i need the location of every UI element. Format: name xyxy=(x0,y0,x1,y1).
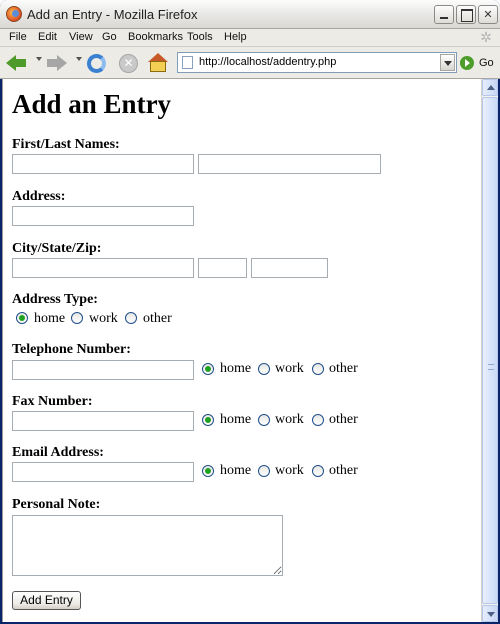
title-bar: Add an Entry - Mozilla Firefox ✕ xyxy=(0,0,500,29)
first-name-input[interactable] xyxy=(12,154,194,174)
menu-view[interactable]: View xyxy=(69,31,93,43)
fax-work-radio[interactable] xyxy=(258,414,270,426)
address-bar[interactable]: http://localhost/addentry.php xyxy=(177,52,457,73)
fax-label: Fax Number: xyxy=(12,394,93,409)
url-text[interactable]: http://localhost/addentry.php xyxy=(199,56,336,68)
reload-button[interactable] xyxy=(86,51,108,75)
fax-home-label: home xyxy=(220,412,252,427)
maximize-button[interactable] xyxy=(456,5,476,24)
fax-home-radio[interactable] xyxy=(202,414,214,426)
address-type-home-radio[interactable] xyxy=(16,312,28,324)
vertical-scrollbar[interactable] xyxy=(481,79,498,622)
page-title: Add an Entry xyxy=(12,89,172,119)
menu-edit[interactable]: Edit xyxy=(38,31,57,43)
city-input[interactable] xyxy=(12,258,194,278)
last-name-input[interactable] xyxy=(198,154,381,174)
throbber-icon: ✲ xyxy=(480,30,492,46)
telephone-other-label: other xyxy=(329,361,358,376)
firefox-icon xyxy=(6,6,22,22)
back-arrow-icon xyxy=(6,54,26,72)
menu-tools[interactable]: Tools xyxy=(187,31,213,43)
scroll-grip-icon xyxy=(488,364,494,370)
browser-window: Add an Entry - Mozilla Firefox ✕ File Ed… xyxy=(0,0,500,624)
telephone-label: Telephone Number: xyxy=(12,342,131,357)
address-input[interactable] xyxy=(12,206,194,226)
telephone-other-radio[interactable] xyxy=(312,363,324,375)
fax-work-label: work xyxy=(275,412,304,427)
forward-button[interactable] xyxy=(47,51,73,75)
address-label: Address: xyxy=(12,189,66,204)
menu-go[interactable]: Go xyxy=(102,31,117,43)
forward-arrow-icon xyxy=(47,54,67,72)
menu-file[interactable]: File xyxy=(9,31,27,43)
scroll-thumb[interactable] xyxy=(482,97,498,604)
fax-other-radio[interactable] xyxy=(312,414,324,426)
email-other-label: other xyxy=(329,463,358,478)
back-history-dropdown[interactable] xyxy=(36,57,42,61)
names-label: First/Last Names: xyxy=(12,137,120,152)
close-button[interactable]: ✕ xyxy=(478,5,498,24)
menu-bar: File Edit View Go Bookmarks Tools Help ✲ xyxy=(0,29,500,47)
go-button[interactable]: Go xyxy=(460,55,500,73)
minimize-button[interactable] xyxy=(434,5,454,24)
scroll-down-button[interactable] xyxy=(482,605,498,622)
forward-history-dropdown[interactable] xyxy=(76,57,82,61)
email-home-radio[interactable] xyxy=(202,465,214,477)
menu-help[interactable]: Help xyxy=(224,31,247,43)
fax-other-label: other xyxy=(329,412,358,427)
home-button[interactable] xyxy=(148,51,170,75)
state-input[interactable] xyxy=(198,258,247,278)
address-type-work-radio[interactable] xyxy=(71,312,83,324)
fax-input[interactable] xyxy=(12,411,194,431)
home-icon-body xyxy=(150,61,166,72)
stop-icon: ✕ xyxy=(119,54,138,73)
telephone-input[interactable] xyxy=(12,360,194,380)
personal-note-label: Personal Note: xyxy=(12,497,101,512)
reload-icon xyxy=(87,54,106,73)
add-entry-button[interactable]: Add Entry xyxy=(12,591,81,610)
telephone-home-label: home xyxy=(220,361,252,376)
telephone-work-radio[interactable] xyxy=(258,363,270,375)
go-icon xyxy=(460,56,474,70)
email-work-label: work xyxy=(275,463,304,478)
back-button[interactable] xyxy=(6,51,32,75)
address-type-work-label: work xyxy=(89,311,118,326)
address-type-home-label: home xyxy=(34,311,66,326)
address-type-label: Address Type: xyxy=(12,292,98,307)
scroll-up-button[interactable] xyxy=(482,79,498,96)
email-input[interactable] xyxy=(12,462,194,482)
page-icon xyxy=(182,56,193,69)
personal-note-textarea[interactable] xyxy=(12,515,283,576)
email-other-radio[interactable] xyxy=(312,465,324,477)
email-home-label: home xyxy=(220,463,252,478)
go-label: Go xyxy=(479,57,494,69)
stop-button[interactable]: ✕ xyxy=(118,51,140,75)
telephone-work-label: work xyxy=(275,361,304,376)
navigation-toolbar: ✕ http://localhost/addentry.php Go xyxy=(0,47,500,79)
telephone-home-radio[interactable] xyxy=(202,363,214,375)
url-dropdown-button[interactable] xyxy=(440,54,455,71)
zip-input[interactable] xyxy=(251,258,328,278)
address-type-other-radio[interactable] xyxy=(125,312,137,324)
email-work-radio[interactable] xyxy=(258,465,270,477)
menu-bookmarks[interactable]: Bookmarks xyxy=(128,31,183,43)
page-content: Add an Entry First/Last Names: Address: … xyxy=(2,79,481,622)
window-title: Add an Entry - Mozilla Firefox xyxy=(27,7,198,22)
city-state-zip-label: City/State/Zip: xyxy=(12,241,102,256)
email-label: Email Address: xyxy=(12,445,104,460)
address-type-other-label: other xyxy=(143,311,172,326)
